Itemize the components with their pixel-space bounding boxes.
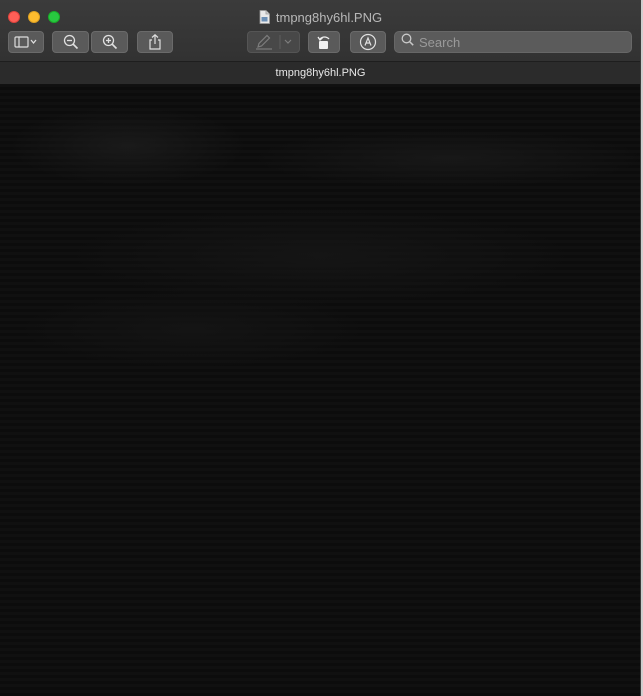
window-title-group: tmpng8hy6hl.PNG (0, 8, 640, 26)
share-icon (148, 34, 162, 50)
rotate-icon (316, 34, 332, 50)
zoom-in-button[interactable] (91, 31, 128, 53)
share-button[interactable] (137, 31, 173, 53)
zoom-in-icon (102, 34, 118, 50)
zoom-out-icon (63, 34, 79, 50)
markup-pen-button[interactable] (247, 31, 300, 53)
window-title: tmpng8hy6hl.PNG (275, 9, 383, 25)
search-input[interactable] (419, 34, 619, 50)
pen-icon (253, 34, 295, 50)
rotate-button[interactable] (308, 31, 340, 53)
title-bar: tmpng8hy6hl.PNG (0, 0, 640, 62)
document-icon (259, 10, 270, 24)
document-title-bar: tmpng8hy6hl.PNG (0, 62, 640, 85)
annotate-button[interactable] (350, 31, 386, 53)
preview-window: tmpng8hy6hl.PNG Search tmpng8hy6hl.PNG (0, 0, 641, 696)
search-field[interactable] (394, 31, 632, 53)
document-title: tmpng8hy6hl.PNG (275, 67, 366, 79)
markup-icon (359, 33, 377, 51)
sidebar-button[interactable] (8, 31, 44, 53)
search-icon (401, 33, 414, 51)
image-canvas[interactable] (0, 85, 640, 696)
sidebar-icon (14, 36, 38, 48)
zoom-out-button[interactable] (52, 31, 89, 53)
